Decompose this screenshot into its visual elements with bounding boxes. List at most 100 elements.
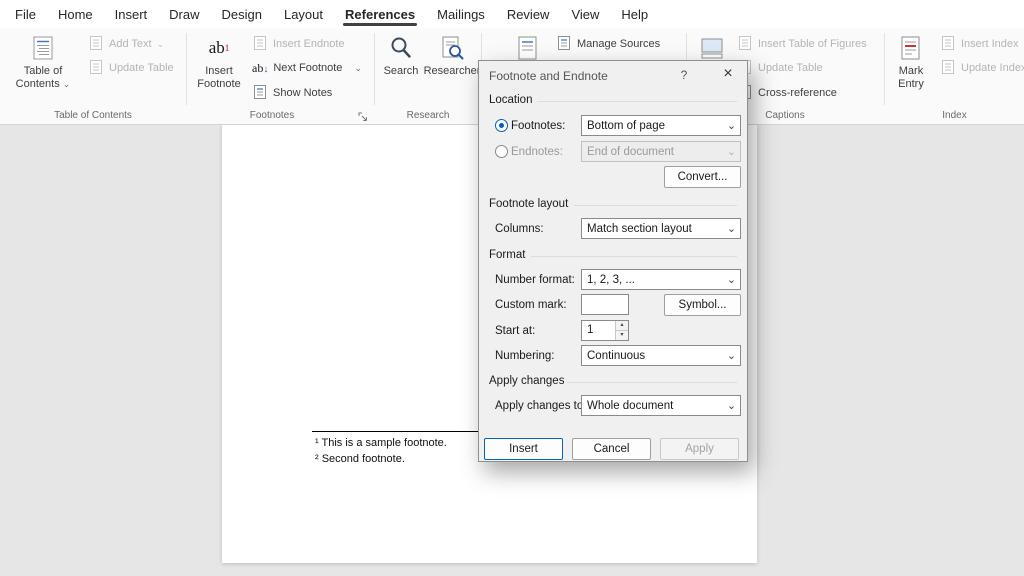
table-of-contents-button[interactable]: Table of Contents ⌄ bbox=[8, 30, 78, 108]
footnote-endnote-dialog: Footnote and Endnote ? × Location Footno… bbox=[478, 60, 748, 462]
custom-mark-input[interactable] bbox=[581, 294, 629, 315]
group-label-footnotes: Footnotes bbox=[187, 110, 357, 121]
add-text-icon bbox=[88, 35, 104, 54]
footnotes-radio-label: Footnotes: bbox=[511, 120, 565, 132]
insert-footnote-label: Insert Footnote bbox=[197, 65, 240, 91]
insert-table-of-figures-icon bbox=[737, 35, 753, 54]
numbering-combobox[interactable]: Continuous ⌄ bbox=[581, 345, 741, 366]
group-separator bbox=[186, 33, 187, 105]
spin-up-icon[interactable]: ▴ bbox=[616, 321, 628, 331]
start-at-label: Start at: bbox=[495, 325, 535, 337]
section-divider bbox=[537, 101, 737, 102]
next-footnote-button[interactable]: ab↓ Next Footnote ⌄ bbox=[248, 57, 366, 79]
section-divider bbox=[531, 256, 737, 257]
insert-index-icon bbox=[940, 35, 956, 54]
menu-references[interactable]: References bbox=[334, 0, 426, 28]
menu-design[interactable]: Design bbox=[211, 0, 273, 28]
show-notes-button[interactable]: Show Notes bbox=[248, 82, 336, 104]
columns-combobox[interactable]: Match section layout ⌄ bbox=[581, 218, 741, 239]
group-separator bbox=[884, 33, 885, 105]
dialog-help-button[interactable]: ? bbox=[676, 68, 692, 82]
apply-changes-to-combobox[interactable]: Whole document ⌄ bbox=[581, 395, 741, 416]
insert-footnote-button[interactable]: ab1 Insert Footnote bbox=[193, 30, 245, 108]
section-divider bbox=[567, 382, 737, 383]
group-separator bbox=[374, 33, 375, 105]
update-index-button[interactable]: Update Index bbox=[936, 57, 1024, 79]
insert-footnote-icon: ab1 bbox=[209, 33, 230, 63]
convert-button[interactable]: Convert... bbox=[664, 166, 741, 188]
manage-sources-icon bbox=[556, 35, 572, 54]
group-label-research: Research bbox=[375, 110, 481, 121]
menu-help[interactable]: Help bbox=[610, 0, 659, 28]
section-divider bbox=[574, 205, 737, 206]
researcher-button[interactable]: Researcher bbox=[424, 30, 480, 108]
chevron-down-icon: ⌄ bbox=[157, 40, 165, 48]
insert-table-of-figures-button[interactable]: Insert Table of Figures bbox=[733, 33, 871, 55]
start-at-spinner[interactable]: 1 ▴ ▾ bbox=[581, 320, 629, 341]
chevron-down-icon: ⌄ bbox=[725, 121, 738, 131]
mark-entry-button[interactable]: Mark Entry bbox=[888, 30, 934, 108]
citation-icon bbox=[515, 33, 541, 63]
dialog-title: Footnote and Endnote bbox=[489, 69, 608, 83]
table-of-contents-label: Table of Contents ⌄ bbox=[16, 65, 71, 91]
apply-button[interactable]: Apply bbox=[660, 438, 739, 460]
footnotes-dialog-launcher-icon[interactable] bbox=[356, 110, 370, 124]
menu-review[interactable]: Review bbox=[496, 0, 561, 28]
search-icon bbox=[388, 33, 414, 63]
footnote-separator bbox=[312, 431, 480, 432]
menu-insert[interactable]: Insert bbox=[104, 0, 159, 28]
group-label-table-of-contents: Table of Contents bbox=[0, 110, 186, 121]
cancel-button[interactable]: Cancel bbox=[572, 438, 651, 460]
endnotes-radio-label: Endnotes: bbox=[511, 146, 563, 158]
show-notes-icon bbox=[252, 84, 268, 103]
insert-button[interactable]: Insert bbox=[484, 438, 563, 460]
spin-down-icon[interactable]: ▾ bbox=[616, 331, 628, 340]
group-label-index: Index bbox=[885, 110, 1024, 121]
format-heading: Format bbox=[489, 249, 525, 261]
menu-mailings[interactable]: Mailings bbox=[426, 0, 496, 28]
numbering-label: Numbering: bbox=[495, 350, 554, 362]
update-table-icon bbox=[88, 59, 104, 78]
insert-endnote-icon bbox=[252, 35, 268, 54]
location-heading: Location bbox=[489, 94, 532, 106]
chevron-down-icon: ⌄ bbox=[725, 224, 738, 234]
columns-label: Columns: bbox=[495, 223, 544, 235]
menu-draw[interactable]: Draw bbox=[158, 0, 210, 28]
add-text-button[interactable]: Add Text ⌄ bbox=[84, 33, 168, 55]
footnotes-radio[interactable] bbox=[495, 119, 508, 132]
manage-sources-button[interactable]: Manage Sources bbox=[552, 33, 664, 55]
insert-index-button[interactable]: Insert Index bbox=[936, 33, 1022, 55]
insert-endnote-button[interactable]: Insert Endnote bbox=[248, 33, 349, 55]
cross-reference-button[interactable]: Cross-reference bbox=[733, 82, 841, 104]
researcher-label: Researcher bbox=[424, 65, 481, 78]
endnotes-radio[interactable] bbox=[495, 145, 508, 158]
number-format-combobox[interactable]: 1, 2, 3, ... ⌄ bbox=[581, 269, 741, 290]
footnote-text-2: ² Second footnote. bbox=[315, 453, 405, 465]
number-format-label: Number format: bbox=[495, 274, 575, 286]
caption-icon bbox=[699, 33, 725, 63]
chevron-down-icon: ⌄ bbox=[725, 351, 738, 361]
researcher-icon bbox=[439, 33, 465, 63]
mark-entry-label: Mark Entry bbox=[898, 65, 924, 91]
custom-mark-label: Custom mark: bbox=[495, 299, 567, 311]
chevron-down-icon: ⌄ bbox=[725, 401, 738, 411]
footnote-text-1: ¹ This is a sample footnote. bbox=[315, 437, 447, 449]
menu-bar: File Home Insert Draw Design Layout Refe… bbox=[0, 0, 1024, 28]
chevron-down-icon: ⌄ bbox=[63, 79, 71, 89]
chevron-down-icon: ⌄ bbox=[725, 275, 738, 285]
menu-view[interactable]: View bbox=[560, 0, 610, 28]
menu-file[interactable]: File bbox=[4, 0, 47, 28]
apply-changes-to-label: Apply changes to: bbox=[495, 400, 586, 412]
menu-layout[interactable]: Layout bbox=[273, 0, 334, 28]
word-window: File Home Insert Draw Design Layout Refe… bbox=[0, 0, 1024, 576]
dialog-close-button[interactable]: × bbox=[719, 65, 737, 83]
apply-changes-heading: Apply changes bbox=[489, 375, 564, 387]
menu-home[interactable]: Home bbox=[47, 0, 104, 28]
search-button[interactable]: Search bbox=[380, 30, 422, 108]
endnotes-position-combobox[interactable]: End of document ⌄ bbox=[581, 141, 741, 162]
update-table-button[interactable]: Update Table bbox=[84, 57, 178, 79]
update-index-icon bbox=[940, 59, 956, 78]
footnotes-position-combobox[interactable]: Bottom of page ⌄ bbox=[581, 115, 741, 136]
symbol-button[interactable]: Symbol... bbox=[664, 294, 741, 316]
chevron-down-icon: ⌄ bbox=[354, 64, 362, 72]
